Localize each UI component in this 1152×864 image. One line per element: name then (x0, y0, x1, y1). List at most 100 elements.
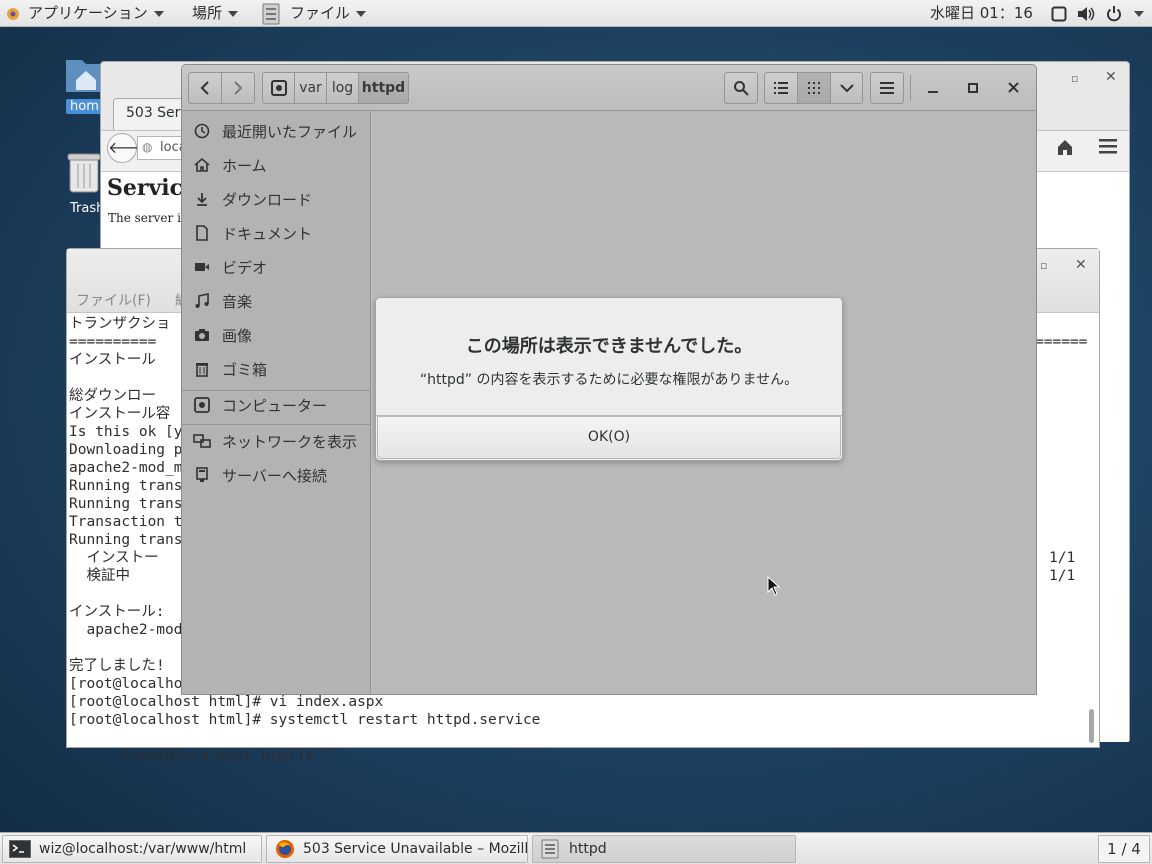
system-menu-arrow[interactable] (1128, 0, 1144, 27)
chevron-right-icon (234, 81, 243, 95)
sidebar-item-label: ダウンロード (222, 191, 313, 209)
screen-icon[interactable] (1051, 6, 1067, 26)
path-root-button[interactable] (263, 73, 295, 103)
clock-icon (193, 123, 211, 141)
sidebar-item-recent[interactable]: 最近開いたファイル (182, 115, 370, 149)
ok-button[interactable]: OK(O) (377, 416, 841, 459)
terminal-line: トランザクショ (69, 316, 171, 332)
places-sidebar: 最近開いたファイル ホーム ダウンロード ドキュメント ビデオ 音楽 画像 ゴミ… (182, 111, 371, 694)
close-button[interactable] (1000, 75, 1026, 101)
grid-view-button[interactable] (797, 72, 831, 104)
chevron-down-icon (839, 84, 854, 93)
taskbar-item-files[interactable]: httpd (532, 835, 796, 863)
close-icon (1007, 82, 1019, 93)
terminal-menu-file[interactable]: ファイル(F) (76, 290, 151, 310)
terminal-line: 総ダウンロー (69, 388, 156, 404)
home-button[interactable] (1056, 138, 1078, 160)
clock[interactable]: 水曜日 01：16 (930, 0, 1033, 27)
forward-button[interactable] (221, 72, 255, 104)
places-menu-label: 場所 (192, 4, 223, 22)
maximize-icon (968, 83, 978, 93)
home-icon (193, 157, 211, 175)
sidebar-item-network[interactable]: ネットワークを表示 (182, 425, 370, 459)
terminal-line: 完了しました! (69, 658, 165, 674)
firefox-maximize-icon[interactable]: ▫ (1071, 72, 1078, 85)
sidebar-item-music[interactable]: 音楽 (182, 285, 370, 319)
top-panel: アプリケーション 場所 ファイル 水曜日 01：16 (0, 0, 1152, 27)
terminal-line-right: 1/1 (1049, 568, 1076, 584)
terminal-prompt: [root@localhost html]# (121, 748, 323, 764)
hamburger-icon (880, 82, 894, 94)
sidebar-item-pictures[interactable]: 画像 (182, 319, 370, 353)
sidebar-item-label: コンピューター (222, 397, 328, 415)
desktop-home-label: hom (66, 99, 103, 114)
terminal-line-right: 1/1 (1049, 550, 1076, 566)
terminal-prompt-line: [root@localhost html]# (69, 729, 332, 764)
terminal-line: 検証中 (69, 568, 130, 584)
minimize-icon (928, 91, 938, 93)
firefox-tab-title: 503 Serv (126, 105, 189, 121)
terminal-close-icon[interactable]: ✕ (1075, 257, 1087, 273)
path-segment-var[interactable]: var (295, 73, 327, 103)
files-app-icon (260, 2, 284, 26)
terminal-line: [root@localhost html]# systemctl restart… (69, 712, 541, 728)
sidebar-item-downloads[interactable]: ダウンロード (182, 183, 370, 217)
globe-icon: ◍ (142, 140, 153, 154)
terminal-scrollbar[interactable] (1089, 709, 1094, 743)
back-button[interactable]: 🡐 (107, 133, 151, 163)
server-icon (193, 467, 211, 485)
drive-icon (270, 80, 287, 96)
taskbar-item-terminal[interactable]: wiz@localhost:/var/www/html (2, 835, 262, 863)
menu-button[interactable] (870, 72, 904, 104)
minimize-button[interactable] (920, 75, 946, 101)
network-icon (193, 433, 211, 451)
workspace-switcher[interactable]: 1 / 4 (1098, 835, 1150, 863)
chevron-left-icon (200, 81, 209, 95)
terminal-line: Running trans (69, 478, 183, 494)
sidebar-item-videos[interactable]: ビデオ (182, 251, 370, 285)
volume-icon[interactable] (1077, 6, 1095, 26)
sidebar-item-label: ホーム (222, 157, 267, 175)
maximize-button[interactable] (960, 75, 986, 101)
terminal-line: インストール: (69, 604, 165, 620)
dialog-title: この場所は表示できませんでした。 (465, 336, 753, 357)
view-options-button[interactable] (830, 72, 863, 104)
sidebar-item-computer[interactable]: コンピューター (182, 389, 370, 423)
dialog-message: “httpd” の内容を表示するために必要な権限がありません。 (419, 372, 799, 388)
path-segment-log[interactable]: log (327, 73, 359, 103)
terminal-line: インストール容 (69, 406, 171, 422)
sidebar-item-label: ドキュメント (222, 225, 313, 243)
files-app-menu[interactable]: ファイル (290, 0, 367, 27)
sidebar-item-home[interactable]: ホーム (182, 149, 370, 183)
terminal-maximize-icon[interactable]: ▫ (1040, 259, 1047, 272)
sidebar-item-trash[interactable]: ゴミ箱 (182, 353, 370, 387)
power-icon[interactable] (1106, 5, 1122, 26)
terminal-line: ========== (69, 334, 157, 350)
file-manager-headerbar: var log httpd (182, 65, 1036, 111)
applications-menu[interactable]: アプリケーション (28, 0, 164, 27)
firefox-close-icon[interactable]: ✕ (1105, 69, 1117, 85)
document-icon (193, 225, 211, 243)
sidebar-item-label: サーバーへ接続 (222, 467, 327, 485)
path-segment-httpd[interactable]: httpd (359, 73, 408, 103)
taskbar-item-firefox[interactable]: 503 Service Unavailable – Mozilla… (266, 835, 528, 863)
taskbar-item-label: 503 Service Unavailable – Mozilla… (303, 841, 528, 857)
music-icon (193, 293, 211, 311)
sidebar-item-connect-server[interactable]: サーバーへ接続 (182, 459, 370, 493)
back-button[interactable] (188, 72, 222, 104)
files-app-menu-label: ファイル (290, 4, 351, 22)
list-view-button[interactable] (764, 72, 798, 104)
sidebar-item-label: 音楽 (222, 293, 253, 311)
drive-icon (193, 397, 211, 415)
terminal-line: [root@localhost html]# vi index.aspx (69, 694, 384, 710)
sidebar-item-label: ゴミ箱 (222, 361, 268, 379)
sidebar-item-documents[interactable]: ドキュメント (182, 217, 370, 251)
camera-icon (193, 327, 211, 345)
terminal-line: Transaction t (69, 514, 183, 530)
terminal-cursor (322, 748, 332, 764)
hamburger-menu-button[interactable] (1099, 138, 1119, 156)
page-heading: Servic (107, 175, 184, 201)
places-menu[interactable]: 場所 (192, 0, 239, 27)
search-button[interactable] (724, 72, 758, 104)
path-bar: var log httpd (262, 72, 409, 104)
